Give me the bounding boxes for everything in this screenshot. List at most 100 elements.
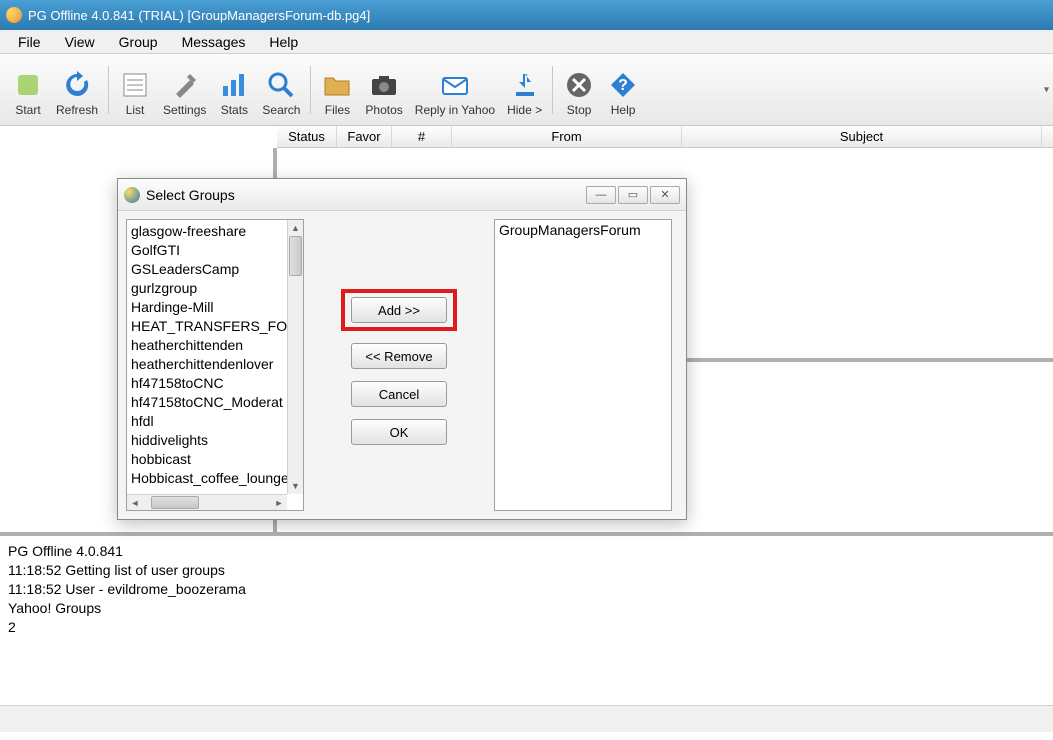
list-item[interactable]: hiddivelights: [131, 431, 299, 450]
menu-file[interactable]: File: [6, 32, 53, 52]
remove-button[interactable]: << Remove: [351, 343, 447, 369]
svg-text:?: ?: [618, 77, 628, 94]
log-line: 11:18:52 Getting list of user groups: [8, 561, 1045, 580]
reply-icon: [439, 69, 471, 101]
available-groups-listbox[interactable]: glasgow-freeshareGolfGTIGSLeadersCampgur…: [126, 219, 304, 511]
toolbar-files-button[interactable]: Files: [315, 59, 359, 121]
app-icon: [6, 7, 22, 23]
toolbar-label: Photos: [365, 103, 402, 117]
minimize-button[interactable]: —: [586, 186, 616, 204]
dialog-button-column: Add >> << Remove Cancel OK: [304, 219, 494, 511]
column-header-favor[interactable]: Favor: [337, 126, 392, 147]
toolbar-label: Settings: [163, 103, 206, 117]
settings-icon: [169, 69, 201, 101]
toolbar-separator: [108, 66, 109, 114]
menu-group[interactable]: Group: [107, 32, 170, 52]
list-item[interactable]: Hardinge-Mill: [131, 298, 299, 317]
dialog-icon: [124, 187, 140, 203]
toolbar-separator: [552, 66, 553, 114]
window-title: PG Offline 4.0.841 (TRIAL) [GroupManager…: [28, 8, 370, 23]
toolbar-label: Start: [15, 103, 40, 117]
maximize-button[interactable]: ▭: [618, 186, 648, 204]
list-item[interactable]: hf47158toCNC: [131, 374, 299, 393]
ok-button[interactable]: OK: [351, 419, 447, 445]
add-button-highlight: Add >>: [341, 289, 457, 331]
scroll-up-icon[interactable]: ▲: [288, 220, 303, 236]
list-item[interactable]: heatherchittendenlover: [131, 355, 299, 374]
dialog-title: Select Groups: [146, 187, 586, 203]
title-bar: PG Offline 4.0.841 (TRIAL) [GroupManager…: [0, 0, 1053, 30]
stats-icon: [218, 69, 250, 101]
list-item[interactable]: glasgow-freeshare: [131, 222, 299, 241]
toolbar-separator: [310, 66, 311, 114]
toolbar-label: Hide >: [507, 103, 542, 117]
menu-messages[interactable]: Messages: [170, 32, 258, 52]
start-icon: [12, 69, 44, 101]
toolbar-search-button[interactable]: Search: [256, 59, 306, 121]
cancel-button[interactable]: Cancel: [351, 381, 447, 407]
toolbar-stop-button[interactable]: Stop: [557, 59, 601, 121]
list-item[interactable]: GSLeadersCamp: [131, 260, 299, 279]
dialog-title-bar[interactable]: Select Groups — ▭ ✕: [118, 179, 686, 211]
toolbar-help-button[interactable]: ? Help: [601, 59, 645, 121]
scroll-right-icon[interactable]: ►: [271, 495, 287, 510]
toolbar-label: Files: [325, 103, 350, 117]
help-icon: ?: [607, 69, 639, 101]
toolbar: Start Refresh List Settings Stats Search Files…: [0, 54, 1053, 126]
toolbar-overflow-icon[interactable]: ▾: [1044, 84, 1049, 95]
toolbar-start-button[interactable]: Start: [6, 59, 50, 121]
column-header-subject[interactable]: Subject: [682, 126, 1042, 147]
log-panel: PG Offline 4.0.84111:18:52 Getting list …: [0, 536, 1053, 706]
photos-icon: [368, 69, 400, 101]
toolbar-settings-button[interactable]: Settings: [157, 59, 212, 121]
list-item[interactable]: HEAT_TRANSFERS_FOR_: [131, 317, 299, 336]
toolbar-reply-button[interactable]: Reply in Yahoo: [409, 59, 501, 121]
scroll-down-icon[interactable]: ▼: [288, 478, 303, 494]
list-item[interactable]: hf47158toCNC_Moderat: [131, 393, 299, 412]
list-item[interactable]: hfdl: [131, 412, 299, 431]
column-header-[interactable]: #: [392, 126, 452, 147]
list-item[interactable]: heatherchittenden: [131, 336, 299, 355]
close-button[interactable]: ✕: [650, 186, 680, 204]
log-line: PG Offline 4.0.841: [8, 542, 1045, 561]
scroll-thumb[interactable]: [289, 236, 302, 276]
toolbar-label: Refresh: [56, 103, 98, 117]
toolbar-label: Reply in Yahoo: [415, 103, 495, 117]
toolbar-stats-button[interactable]: Stats: [212, 59, 256, 121]
column-header-from[interactable]: From: [452, 126, 682, 147]
status-bar: [0, 706, 1053, 732]
log-line: 2: [8, 618, 1045, 637]
toolbar-label: Help: [611, 103, 636, 117]
toolbar-label: Stats: [221, 103, 248, 117]
log-line: 11:18:52 User - evildrome_boozerama: [8, 580, 1045, 599]
scroll-left-icon[interactable]: ◄: [127, 495, 143, 510]
toolbar-label: Search: [262, 103, 300, 117]
refresh-icon: [61, 69, 93, 101]
vertical-scrollbar[interactable]: ▲ ▼: [287, 220, 303, 494]
column-header-status[interactable]: Status: [277, 126, 337, 147]
list-item[interactable]: gurlzgroup: [131, 279, 299, 298]
toolbar-photos-button[interactable]: Photos: [359, 59, 408, 121]
list-item[interactable]: GroupManagersForum: [499, 222, 667, 238]
toolbar-hide-button[interactable]: Hide >: [501, 59, 548, 121]
list-item[interactable]: hobbicast: [131, 450, 299, 469]
toolbar-label: List: [126, 103, 145, 117]
selected-groups-listbox[interactable]: GroupManagersForum: [494, 219, 672, 511]
toolbar-list-button[interactable]: List: [113, 59, 157, 121]
horizontal-scrollbar[interactable]: ◄ ►: [127, 494, 287, 510]
hscroll-thumb[interactable]: [151, 496, 199, 509]
list-item[interactable]: Hobbicast_coffee_lounge: [131, 469, 299, 488]
column-headers: StatusFavor#FromSubject: [277, 126, 1053, 148]
menu-help[interactable]: Help: [257, 32, 310, 52]
menu-view[interactable]: View: [53, 32, 107, 52]
stop-icon: [563, 69, 595, 101]
add-button[interactable]: Add >>: [351, 297, 447, 323]
toolbar-refresh-button[interactable]: Refresh: [50, 59, 104, 121]
list-icon: [119, 69, 151, 101]
log-line: Yahoo! Groups: [8, 599, 1045, 618]
select-groups-dialog: Select Groups — ▭ ✕ glasgow-freeshareGol…: [117, 178, 687, 520]
list-item[interactable]: GolfGTI: [131, 241, 299, 260]
search-icon: [265, 69, 297, 101]
files-icon: [321, 69, 353, 101]
hide-icon: [509, 69, 541, 101]
